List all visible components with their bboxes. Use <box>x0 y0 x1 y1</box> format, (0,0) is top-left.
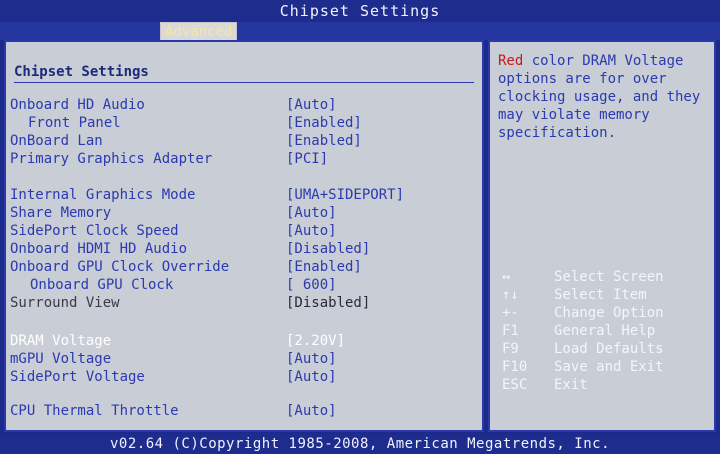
setting-label: Onboard GPU Clock Override <box>10 259 230 275</box>
key-desc: Exit <box>554 377 588 393</box>
setting-label: Onboard HDMI HD Audio <box>10 241 188 257</box>
setting-onboard-gpu-clock[interactable]: Onboard GPU Clock [ 600] <box>10 276 470 294</box>
setting-label: CPU Thermal Throttle <box>10 403 179 419</box>
setting-label: Surround View <box>10 295 120 311</box>
help-description: Red color DRAM Voltage options are for o… <box>498 52 708 142</box>
tab-strip: Advanced <box>0 22 720 41</box>
setting-cpu-thermal-throttle[interactable]: CPU Thermal Throttle [Auto] <box>10 402 470 420</box>
setting-internal-graphics-mode[interactable]: Internal Graphics Mode [UMA+SIDEPORT] <box>10 186 470 204</box>
setting-label: OnBoard Lan <box>10 133 103 149</box>
key-row-exit: ESC Exit <box>498 376 712 394</box>
setting-value[interactable]: [Auto] <box>286 204 337 222</box>
key-row-load-defaults: F9 Load Defaults <box>498 340 712 358</box>
setting-label: SidePort Clock Speed <box>10 223 179 239</box>
setting-label: DRAM Voltage <box>10 333 112 349</box>
setting-onboard-lan[interactable]: OnBoard Lan [Enabled] <box>10 132 470 150</box>
f10-key: F10 <box>502 359 528 375</box>
setting-label: SidePort Voltage <box>10 369 145 385</box>
setting-label: Primary Graphics Adapter <box>10 151 213 167</box>
setting-onboard-gpu-clock-override[interactable]: Onboard GPU Clock Override [Enabled] <box>10 258 470 276</box>
setting-value[interactable]: [Enabled] <box>286 132 362 150</box>
setting-onboard-hdmi-hd-audio[interactable]: Onboard HDMI HD Audio [Disabled] <box>10 240 470 258</box>
setting-primary-graphics-adapter[interactable]: Primary Graphics Adapter [PCI] <box>10 150 470 168</box>
f9-key: F9 <box>502 341 519 357</box>
setting-front-panel[interactable]: Front Panel [Enabled] <box>10 114 470 132</box>
setting-surround-view: Surround View [Disabled] <box>10 294 470 312</box>
key-row-select-item: ↑↓ Select Item <box>498 286 712 304</box>
f1-key: F1 <box>502 323 519 339</box>
setting-value[interactable]: [Disabled] <box>286 240 370 258</box>
setting-value[interactable]: [Auto] <box>286 402 337 420</box>
section-divider <box>14 82 474 83</box>
arrows-left-right-icon: ↔ <box>502 269 511 285</box>
setting-value: [Disabled] <box>286 295 371 311</box>
key-desc: Select Screen <box>554 269 664 285</box>
setting-label: Internal Graphics Mode <box>10 187 196 203</box>
setting-mgpu-voltage[interactable]: mGPU Voltage [Auto] <box>10 350 470 368</box>
key-row-general-help: F1 General Help <box>498 322 712 340</box>
plus-minus-key: +- <box>502 305 519 321</box>
key-row-select-screen: ↔ Select Screen <box>498 268 712 286</box>
setting-label: mGPU Voltage <box>10 351 112 367</box>
setting-value[interactable]: [PCI] <box>286 150 328 168</box>
key-desc: Load Defaults <box>554 341 664 357</box>
help-text-body: color DRAM Voltage options are for over … <box>498 53 701 141</box>
setting-value[interactable]: [UMA+SIDEPORT] <box>286 186 404 204</box>
setting-value[interactable]: [Enabled] <box>286 114 362 132</box>
setting-label: Onboard GPU Clock <box>30 277 174 293</box>
help-red-word: Red <box>498 53 524 69</box>
setting-label: Onboard HD Audio <box>10 97 145 113</box>
setting-value[interactable]: [Auto] <box>286 222 337 240</box>
setting-label: Front Panel <box>28 115 121 131</box>
arrows-up-down-icon: ↑↓ <box>502 287 519 303</box>
setting-onboard-hd-audio[interactable]: Onboard HD Audio [Auto] <box>10 96 470 114</box>
key-row-change-option: +- Change Option <box>498 304 712 322</box>
key-legend: ↔ Select Screen ↑↓ Select Item +- Change… <box>498 268 712 394</box>
setting-dram-voltage[interactable]: DRAM Voltage [2.20V] <box>10 332 470 350</box>
key-desc: Select Item <box>554 287 647 303</box>
setting-share-memory[interactable]: Share Memory [Auto] <box>10 204 470 222</box>
setting-value[interactable]: [Auto] <box>286 350 337 368</box>
tab-advanced[interactable]: Advanced <box>160 22 238 41</box>
section-title: Chipset Settings <box>14 64 149 80</box>
setting-value[interactable]: [Auto] <box>286 368 337 386</box>
setting-sideport-voltage[interactable]: SidePort Voltage [Auto] <box>10 368 470 386</box>
window-title: Chipset Settings <box>0 0 720 22</box>
setting-value[interactable]: [2.20V] <box>286 332 345 350</box>
key-desc: Change Option <box>554 305 664 321</box>
setting-value[interactable]: [Auto] <box>286 96 337 114</box>
esc-key: ESC <box>502 377 528 393</box>
key-desc: Save and Exit <box>554 359 664 375</box>
key-desc: General Help <box>554 323 656 339</box>
key-row-save-exit: F10 Save and Exit <box>498 358 712 376</box>
setting-value[interactable]: [Enabled] <box>286 258 362 276</box>
setting-value[interactable]: [ 600] <box>286 276 337 294</box>
setting-label: Share Memory <box>10 205 112 221</box>
copyright-footer: v02.64 (C)Copyright 1985-2008, American … <box>0 434 720 454</box>
setting-sideport-clock-speed[interactable]: SidePort Clock Speed [Auto] <box>10 222 470 240</box>
